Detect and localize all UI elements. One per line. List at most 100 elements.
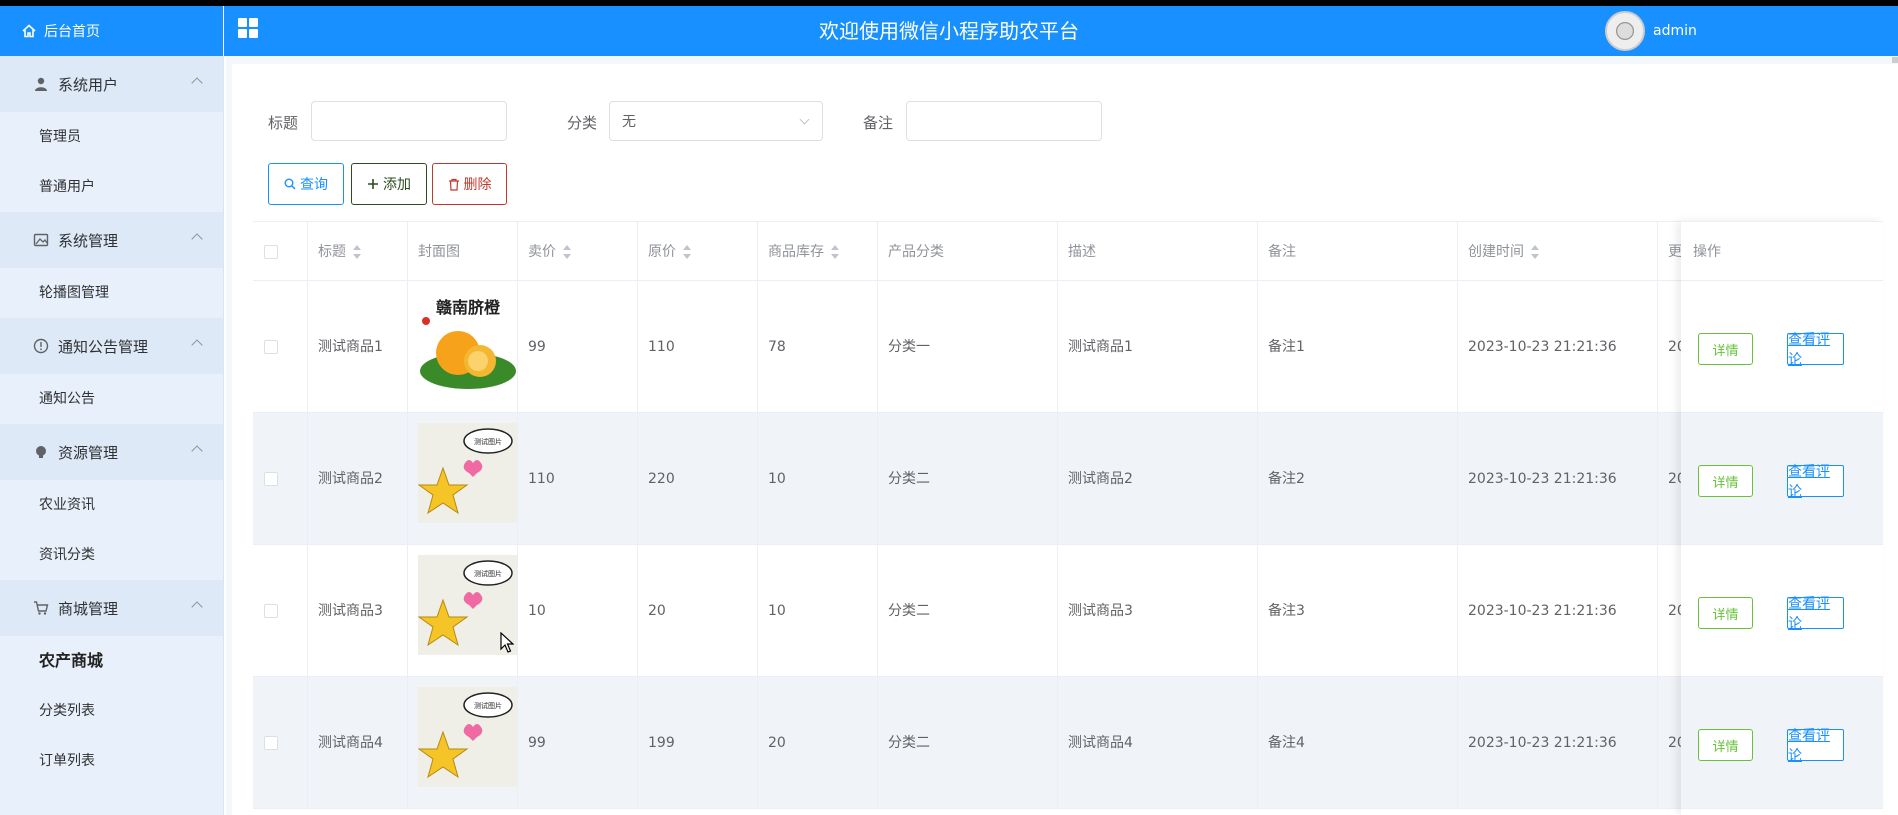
column-header-category: 产品分类 xyxy=(878,222,1058,282)
detail-button[interactable]: 详情 xyxy=(1698,729,1753,761)
cell-created: 2023-10-23 21:21:36 xyxy=(1458,545,1658,677)
column-header-original-price[interactable]: 原价 xyxy=(638,222,758,282)
cell-stock: 78 xyxy=(758,281,878,413)
cell-cover: 测试图片 xyxy=(408,413,518,545)
sidebar-group-notices[interactable]: 通知公告管理 xyxy=(0,318,223,374)
sidebar-group-shop[interactable]: 商城管理 xyxy=(0,580,223,636)
detail-button[interactable]: 详情 xyxy=(1698,333,1753,365)
cell-price: 10 xyxy=(518,545,638,677)
cell-category: 分类二 xyxy=(878,545,1058,677)
sidebar-group-label: 通知公告管理 xyxy=(58,337,149,356)
column-price-label: 卖价 xyxy=(528,244,556,260)
avatar[interactable] xyxy=(1605,11,1645,51)
fixed-action-column: 操作 详情 查看评论 详情 查看评论 详情 查看评论 详情 查看评论 xyxy=(1681,221,1883,815)
table-row: 赣南脐橙 测试商品1 99 110 78 分类一 测试商品1 备注1 2023-10-23 21… xyxy=(253,281,1883,413)
column-updated-label: 更 xyxy=(1668,244,1682,260)
sidebar-item-order-list[interactable]: 订单列表 xyxy=(0,736,223,786)
sidebar-group-system[interactable]: 系统管理 xyxy=(0,212,223,268)
detail-button[interactable]: 详情 xyxy=(1698,597,1753,629)
sidebar-item-carousel[interactable]: 轮播图管理 xyxy=(0,268,223,318)
column-header-created[interactable]: 创建时间 xyxy=(1458,222,1658,282)
view-comments-button[interactable]: 查看评论 xyxy=(1787,464,1844,500)
cell-title: 测试商品3 xyxy=(308,545,408,677)
search-button[interactable]: 查询 xyxy=(268,163,344,205)
table-row: 测试图片 测试商品3 10 20 10 分类二 测试商品3 备注3 2023-10-23 21:… xyxy=(253,545,1883,677)
column-remark-label: 备注 xyxy=(1268,244,1296,260)
username[interactable]: admin xyxy=(1653,6,1697,56)
sort-icon[interactable] xyxy=(1530,245,1540,259)
svg-text:赣南脐橙: 赣南脐橙 xyxy=(436,298,501,317)
svg-text:测试图片: 测试图片 xyxy=(474,569,502,578)
view-comments-button[interactable]: 查看评论 xyxy=(1787,596,1844,632)
filter-title-label: 标题 xyxy=(268,114,299,132)
remark-input[interactable] xyxy=(906,101,1102,141)
cell-stock: 20 xyxy=(758,677,878,809)
cell-original-price: 220 xyxy=(638,413,758,545)
sidebar-group-label: 系统用户 xyxy=(58,75,119,94)
view-comments-button[interactable]: 查看评论 xyxy=(1787,332,1844,368)
column-description-label: 描述 xyxy=(1068,244,1096,260)
sort-icon[interactable] xyxy=(830,245,840,259)
sidebar-group-resources[interactable]: 资源管理 xyxy=(0,424,223,480)
row-checkbox[interactable] xyxy=(264,736,278,750)
sidebar-item-admin[interactable]: 管理员 xyxy=(0,112,223,162)
svg-text:测试图片: 测试图片 xyxy=(474,437,502,446)
row-checkbox[interactable] xyxy=(264,604,278,618)
detail-button[interactable]: 详情 xyxy=(1698,465,1753,497)
cover-image[interactable]: 赣南脐橙 xyxy=(418,291,517,391)
sidebar-item-category-list[interactable]: 分类列表 xyxy=(0,686,223,736)
cell-price: 110 xyxy=(518,413,638,545)
action-cell: 详情 查看评论 xyxy=(1681,677,1883,809)
sort-icon[interactable] xyxy=(562,245,572,259)
cell-remark: 备注1 xyxy=(1258,281,1458,413)
top-header: 后台首页 欢迎使用微信小程序助农平台 admin xyxy=(0,6,1898,56)
sort-icon[interactable] xyxy=(682,245,692,259)
cell-description: 测试商品3 xyxy=(1058,545,1258,677)
cover-image[interactable]: 测试图片 xyxy=(417,423,517,523)
category-select-value: 无 xyxy=(622,114,636,130)
sidebar: 系统用户 管理员 普通用户 系统管理 轮播图管理 通知公告管理 通知公告 资源管… xyxy=(0,56,224,815)
column-category-label: 产品分类 xyxy=(888,244,944,260)
user-icon xyxy=(32,75,50,93)
scrollbar[interactable] xyxy=(1892,57,1898,63)
info-icon xyxy=(32,337,50,355)
sidebar-group-label: 资源管理 xyxy=(58,443,119,462)
table-row: 测试图片 测试商品2 110 220 10 分类二 测试商品2 备注2 2023-10-23 2… xyxy=(253,413,1883,545)
table-header: 标题 封面图 卖价 原价 商品库存 产品分类 描述 备注 创建时间 更 xyxy=(253,221,1883,282)
cell-cover: 测试图片 xyxy=(408,677,518,809)
cell-remark: 备注2 xyxy=(1258,413,1458,545)
sidebar-item-news-category[interactable]: 资讯分类 xyxy=(0,530,223,580)
search-icon xyxy=(284,178,296,190)
home-icon xyxy=(22,24,36,38)
select-all-checkbox[interactable] xyxy=(264,245,278,259)
cell-select xyxy=(253,677,308,809)
delete-button[interactable]: 删除 xyxy=(432,163,507,205)
home-link[interactable]: 后台首页 xyxy=(0,6,224,56)
chevron-up-icon xyxy=(191,339,203,351)
sort-icon[interactable] xyxy=(352,245,362,259)
menu-toggle-icon[interactable] xyxy=(238,18,260,40)
view-comments-button[interactable]: 查看评论 xyxy=(1787,728,1844,764)
row-checkbox[interactable] xyxy=(264,472,278,486)
add-button[interactable]: 添加 xyxy=(351,163,427,205)
sidebar-item-notice[interactable]: 通知公告 xyxy=(0,374,223,424)
action-cell: 详情 查看评论 xyxy=(1681,413,1883,545)
sidebar-group-users[interactable]: 系统用户 xyxy=(0,56,223,112)
chevron-up-icon xyxy=(191,445,203,457)
column-header-stock[interactable]: 商品库存 xyxy=(758,222,878,282)
cover-image[interactable]: 测试图片 xyxy=(417,687,517,787)
sidebar-group-label: 商城管理 xyxy=(58,599,119,618)
sidebar-item-farm-shop[interactable]: 农产商城 xyxy=(0,636,223,686)
column-header-price[interactable]: 卖价 xyxy=(518,222,638,282)
column-stock-label: 商品库存 xyxy=(768,244,824,260)
sidebar-item-news[interactable]: 农业资讯 xyxy=(0,480,223,530)
title-input[interactable] xyxy=(311,101,507,141)
sidebar-item-users[interactable]: 普通用户 xyxy=(0,162,223,212)
row-checkbox[interactable] xyxy=(264,340,278,354)
column-header-title[interactable]: 标题 xyxy=(308,222,408,282)
trash-icon xyxy=(448,178,459,191)
category-select[interactable]: 无 xyxy=(609,101,823,141)
cell-stock: 10 xyxy=(758,545,878,677)
column-original-price-label: 原价 xyxy=(648,244,676,260)
cell-title: 测试商品4 xyxy=(308,677,408,809)
